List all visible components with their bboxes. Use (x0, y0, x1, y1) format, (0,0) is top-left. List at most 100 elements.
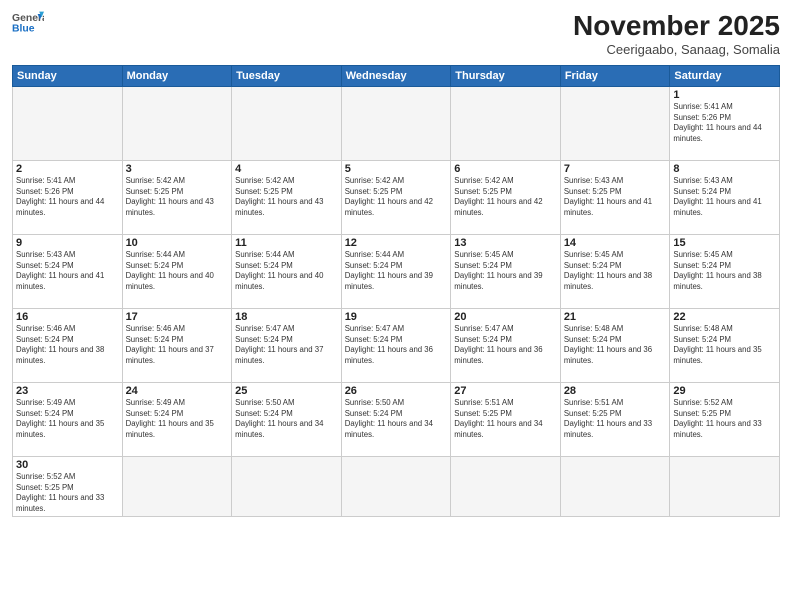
calendar-cell: 4Sunrise: 5:42 AM Sunset: 5:25 PM Daylig… (232, 161, 342, 235)
calendar-cell: 16Sunrise: 5:46 AM Sunset: 5:24 PM Dayli… (13, 309, 123, 383)
svg-text:Blue: Blue (12, 24, 35, 35)
calendar-cell: 10Sunrise: 5:44 AM Sunset: 5:24 PM Dayli… (122, 235, 232, 309)
calendar-cell: 2Sunrise: 5:41 AM Sunset: 5:26 PM Daylig… (13, 161, 123, 235)
day-number: 16 (16, 311, 119, 323)
calendar-cell: 24Sunrise: 5:49 AM Sunset: 5:24 PM Dayli… (122, 383, 232, 457)
day-info: Sunrise: 5:49 AM Sunset: 5:24 PM Dayligh… (16, 398, 119, 440)
calendar-cell (341, 87, 451, 161)
calendar-cell: 5Sunrise: 5:42 AM Sunset: 5:25 PM Daylig… (341, 161, 451, 235)
day-number: 4 (235, 163, 338, 175)
day-number: 13 (454, 237, 557, 249)
day-info: Sunrise: 5:43 AM Sunset: 5:24 PM Dayligh… (16, 250, 119, 292)
day-info: Sunrise: 5:42 AM Sunset: 5:25 PM Dayligh… (345, 176, 448, 218)
calendar-cell: 11Sunrise: 5:44 AM Sunset: 5:24 PM Dayli… (232, 235, 342, 309)
day-info: Sunrise: 5:50 AM Sunset: 5:24 PM Dayligh… (235, 398, 338, 440)
calendar-cell (670, 457, 780, 517)
day-info: Sunrise: 5:47 AM Sunset: 5:24 PM Dayligh… (345, 324, 448, 366)
month-title: November 2025 (573, 10, 780, 42)
day-info: Sunrise: 5:44 AM Sunset: 5:24 PM Dayligh… (235, 250, 338, 292)
day-number: 25 (235, 385, 338, 397)
day-number: 2 (16, 163, 119, 175)
calendar-cell: 17Sunrise: 5:46 AM Sunset: 5:24 PM Dayli… (122, 309, 232, 383)
calendar-cell: 18Sunrise: 5:47 AM Sunset: 5:24 PM Dayli… (232, 309, 342, 383)
day-number: 22 (673, 311, 776, 323)
weekday-header-saturday: Saturday (670, 66, 780, 87)
day-number: 28 (564, 385, 667, 397)
day-info: Sunrise: 5:52 AM Sunset: 5:25 PM Dayligh… (673, 398, 776, 440)
day-info: Sunrise: 5:43 AM Sunset: 5:24 PM Dayligh… (673, 176, 776, 218)
location: Ceerigaabo, Sanaag, Somalia (573, 42, 780, 57)
calendar-cell: 21Sunrise: 5:48 AM Sunset: 5:24 PM Dayli… (560, 309, 670, 383)
day-info: Sunrise: 5:46 AM Sunset: 5:24 PM Dayligh… (126, 324, 229, 366)
day-number: 23 (16, 385, 119, 397)
calendar-cell (560, 87, 670, 161)
day-number: 24 (126, 385, 229, 397)
calendar-cell: 6Sunrise: 5:42 AM Sunset: 5:25 PM Daylig… (451, 161, 561, 235)
day-number: 9 (16, 237, 119, 249)
calendar-cell: 12Sunrise: 5:44 AM Sunset: 5:24 PM Dayli… (341, 235, 451, 309)
calendar-cell: 22Sunrise: 5:48 AM Sunset: 5:24 PM Dayli… (670, 309, 780, 383)
calendar-cell (122, 87, 232, 161)
calendar-cell (451, 87, 561, 161)
day-info: Sunrise: 5:42 AM Sunset: 5:25 PM Dayligh… (126, 176, 229, 218)
day-info: Sunrise: 5:42 AM Sunset: 5:25 PM Dayligh… (235, 176, 338, 218)
day-info: Sunrise: 5:48 AM Sunset: 5:24 PM Dayligh… (673, 324, 776, 366)
calendar-cell: 20Sunrise: 5:47 AM Sunset: 5:24 PM Dayli… (451, 309, 561, 383)
day-number: 12 (345, 237, 448, 249)
calendar-cell: 23Sunrise: 5:49 AM Sunset: 5:24 PM Dayli… (13, 383, 123, 457)
logo: General Blue (12, 10, 44, 38)
day-info: Sunrise: 5:48 AM Sunset: 5:24 PM Dayligh… (564, 324, 667, 366)
day-number: 26 (345, 385, 448, 397)
calendar-cell (232, 87, 342, 161)
day-info: Sunrise: 5:41 AM Sunset: 5:26 PM Dayligh… (16, 176, 119, 218)
day-number: 21 (564, 311, 667, 323)
calendar-cell: 15Sunrise: 5:45 AM Sunset: 5:24 PM Dayli… (670, 235, 780, 309)
day-number: 17 (126, 311, 229, 323)
calendar-cell (232, 457, 342, 517)
calendar-cell: 7Sunrise: 5:43 AM Sunset: 5:25 PM Daylig… (560, 161, 670, 235)
weekday-header-thursday: Thursday (451, 66, 561, 87)
day-info: Sunrise: 5:44 AM Sunset: 5:24 PM Dayligh… (345, 250, 448, 292)
day-info: Sunrise: 5:49 AM Sunset: 5:24 PM Dayligh… (126, 398, 229, 440)
calendar-cell: 8Sunrise: 5:43 AM Sunset: 5:24 PM Daylig… (670, 161, 780, 235)
day-number: 29 (673, 385, 776, 397)
calendar-cell (13, 87, 123, 161)
calendar-cell: 9Sunrise: 5:43 AM Sunset: 5:24 PM Daylig… (13, 235, 123, 309)
calendar-cell: 27Sunrise: 5:51 AM Sunset: 5:25 PM Dayli… (451, 383, 561, 457)
day-info: Sunrise: 5:42 AM Sunset: 5:25 PM Dayligh… (454, 176, 557, 218)
day-info: Sunrise: 5:50 AM Sunset: 5:24 PM Dayligh… (345, 398, 448, 440)
day-info: Sunrise: 5:47 AM Sunset: 5:24 PM Dayligh… (454, 324, 557, 366)
weekday-header-monday: Monday (122, 66, 232, 87)
day-info: Sunrise: 5:41 AM Sunset: 5:26 PM Dayligh… (673, 102, 776, 144)
day-number: 5 (345, 163, 448, 175)
day-number: 14 (564, 237, 667, 249)
day-number: 30 (16, 459, 119, 471)
weekday-header-wednesday: Wednesday (341, 66, 451, 87)
day-info: Sunrise: 5:45 AM Sunset: 5:24 PM Dayligh… (454, 250, 557, 292)
day-info: Sunrise: 5:45 AM Sunset: 5:24 PM Dayligh… (673, 250, 776, 292)
day-info: Sunrise: 5:45 AM Sunset: 5:24 PM Dayligh… (564, 250, 667, 292)
day-number: 27 (454, 385, 557, 397)
day-info: Sunrise: 5:51 AM Sunset: 5:25 PM Dayligh… (564, 398, 667, 440)
day-number: 6 (454, 163, 557, 175)
weekday-header-friday: Friday (560, 66, 670, 87)
weekday-header-sunday: Sunday (13, 66, 123, 87)
calendar-cell: 25Sunrise: 5:50 AM Sunset: 5:24 PM Dayli… (232, 383, 342, 457)
day-number: 3 (126, 163, 229, 175)
calendar-cell (341, 457, 451, 517)
day-number: 19 (345, 311, 448, 323)
calendar-cell: 1Sunrise: 5:41 AM Sunset: 5:26 PM Daylig… (670, 87, 780, 161)
calendar-cell: 14Sunrise: 5:45 AM Sunset: 5:24 PM Dayli… (560, 235, 670, 309)
day-number: 20 (454, 311, 557, 323)
calendar: SundayMondayTuesdayWednesdayThursdayFrid… (12, 65, 780, 517)
day-number: 8 (673, 163, 776, 175)
logo-icon: General Blue (12, 10, 44, 38)
day-info: Sunrise: 5:43 AM Sunset: 5:25 PM Dayligh… (564, 176, 667, 218)
day-number: 15 (673, 237, 776, 249)
day-number: 7 (564, 163, 667, 175)
day-number: 18 (235, 311, 338, 323)
day-info: Sunrise: 5:47 AM Sunset: 5:24 PM Dayligh… (235, 324, 338, 366)
calendar-cell: 29Sunrise: 5:52 AM Sunset: 5:25 PM Dayli… (670, 383, 780, 457)
calendar-cell: 13Sunrise: 5:45 AM Sunset: 5:24 PM Dayli… (451, 235, 561, 309)
day-info: Sunrise: 5:52 AM Sunset: 5:25 PM Dayligh… (16, 472, 119, 514)
